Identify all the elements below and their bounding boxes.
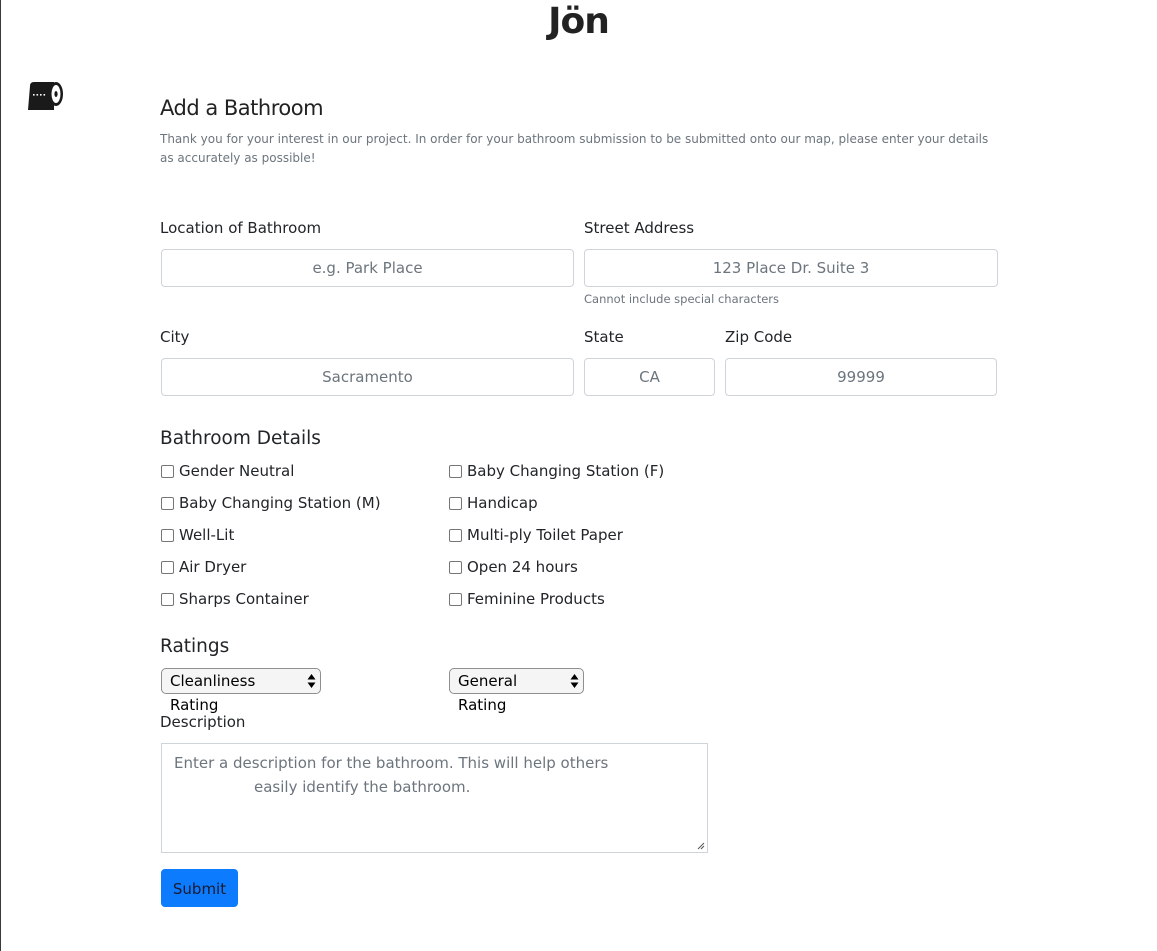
checkbox-label: Multi-ply Toilet Paper	[467, 526, 623, 544]
description-textarea[interactable]: Enter a description for the bathroom. Th…	[161, 743, 708, 853]
checkbox-box[interactable]	[449, 528, 462, 542]
select-value: General Rating	[458, 672, 518, 714]
checkbox-box[interactable]	[161, 560, 174, 574]
multi-ply-checkbox[interactable]: Multi-ply Toilet Paper	[449, 525, 623, 545]
well-lit-checkbox[interactable]: Well-Lit	[161, 525, 234, 545]
gender-neutral-checkbox[interactable]: Gender Neutral	[161, 461, 294, 481]
street-address-label: Street Address	[584, 219, 695, 237]
checkbox-box[interactable]	[449, 560, 462, 574]
brand-logo: Jön	[548, 1, 610, 42]
feminine-products-checkbox[interactable]: Feminine Products	[449, 589, 605, 609]
cleanliness-rating-select[interactable]: Cleanliness Rating	[161, 668, 321, 714]
select-arrows-icon	[307, 674, 316, 688]
city-label: City	[160, 328, 190, 346]
state-input[interactable]	[584, 358, 715, 396]
zip-label: Zip Code	[725, 328, 793, 346]
page-title: Add a Bathroom	[160, 96, 324, 120]
checkbox-label: Baby Changing Station (M)	[179, 494, 381, 512]
checkbox-box[interactable]	[161, 464, 174, 478]
checkbox-label: Open 24 hours	[467, 558, 578, 576]
checkbox-label: Baby Changing Station (F)	[467, 462, 665, 480]
description-placeholder-line1: Enter a description for the bathroom. Th…	[174, 754, 609, 772]
street-address-input[interactable]	[584, 249, 998, 287]
checkbox-box[interactable]	[161, 496, 174, 510]
checkbox-label: Handicap	[467, 494, 538, 512]
checkbox-box[interactable]	[161, 592, 174, 606]
checkbox-box[interactable]	[161, 528, 174, 542]
baby-changing-f-checkbox[interactable]: Baby Changing Station (F)	[449, 461, 664, 481]
checkbox-label: Gender Neutral	[179, 462, 295, 480]
street-address-help: Cannot include special characters	[584, 292, 780, 306]
handicap-checkbox[interactable]: Handicap	[449, 493, 538, 513]
air-dryer-checkbox[interactable]: Air Dryer	[161, 557, 246, 577]
location-label: Location of Bathroom	[160, 219, 322, 237]
open-24-hours-checkbox[interactable]: Open 24 hours	[449, 557, 578, 577]
checkbox-box[interactable]	[449, 592, 462, 606]
sharps-container-checkbox[interactable]: Sharps Container	[161, 589, 309, 609]
description-label: Description	[160, 713, 246, 731]
location-input[interactable]	[161, 249, 574, 287]
select-value: Cleanliness Rating	[170, 672, 256, 714]
submit-button[interactable]: Submit	[161, 869, 238, 907]
window-edge	[0, 0, 1, 951]
checkbox-label: Well-Lit	[179, 526, 235, 544]
checkbox-label: Feminine Products	[467, 590, 605, 608]
zip-input[interactable]	[725, 358, 997, 396]
select-arrows-icon	[570, 674, 579, 688]
state-label: State	[584, 328, 624, 346]
resize-handle-icon[interactable]	[697, 842, 705, 850]
ratings-heading: Ratings	[160, 636, 230, 657]
toilet-paper-icon	[28, 82, 63, 110]
checkbox-box[interactable]	[449, 496, 462, 510]
description-placeholder-line2: easily identify the bathroom.	[254, 778, 471, 796]
general-rating-select[interactable]: General Rating	[449, 668, 584, 714]
city-input[interactable]	[161, 358, 574, 396]
checkbox-label: Air Dryer	[179, 558, 247, 576]
checkbox-label: Sharps Container	[179, 590, 309, 608]
checkbox-box[interactable]	[449, 464, 462, 478]
bathroom-details-heading: Bathroom Details	[160, 428, 321, 449]
baby-changing-m-checkbox[interactable]: Baby Changing Station (M)	[161, 493, 381, 513]
intro-text: Thank you for your interest in our proje…	[160, 132, 989, 165]
